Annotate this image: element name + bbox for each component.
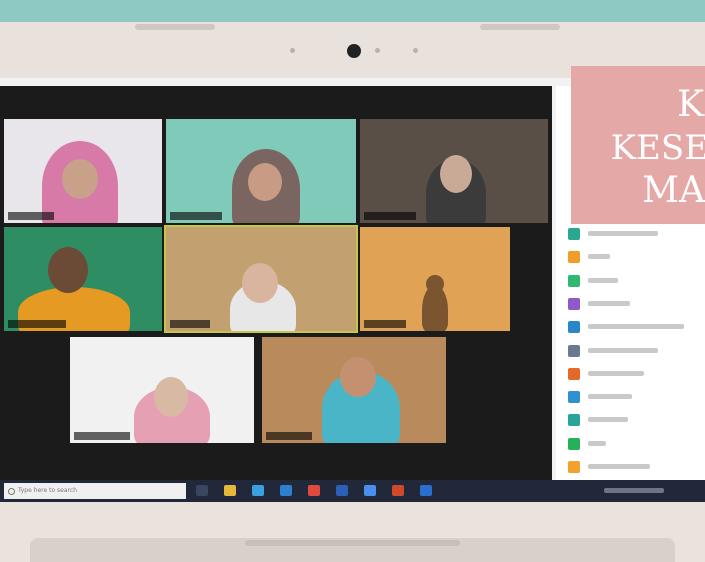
mail-icon[interactable]	[280, 485, 292, 496]
participant-row[interactable]	[568, 367, 698, 382]
video-tile[interactable]	[262, 337, 446, 443]
participant-face	[62, 159, 98, 199]
name-tag	[8, 320, 66, 328]
avatar-icon	[568, 321, 580, 334]
avatar-icon	[568, 228, 580, 240]
word-icon[interactable]	[336, 485, 348, 496]
participant-row[interactable]	[568, 274, 698, 289]
banner-line-3: MA	[642, 170, 705, 211]
video-tile[interactable]	[166, 119, 356, 223]
zoom-icon[interactable]	[364, 485, 376, 496]
participant-row[interactable]	[568, 321, 698, 335]
participant-face	[48, 247, 88, 293]
participant-name	[588, 277, 618, 283]
bezel-ridge-left	[135, 24, 215, 30]
participant-name	[588, 231, 658, 236]
avatar-icon	[568, 437, 580, 450]
taskbar-search-box[interactable]: Type here to search	[4, 483, 186, 499]
avatar-icon	[568, 344, 580, 357]
webcam	[347, 44, 361, 58]
participant-name	[588, 370, 644, 376]
task-view-icon[interactable]	[196, 485, 208, 496]
participant-name	[588, 347, 658, 353]
video-tile[interactable]	[360, 227, 510, 331]
avatar-icon	[568, 391, 580, 404]
participant-name	[588, 300, 630, 306]
title-overlay-banner: K KESE MA	[571, 66, 705, 224]
video-tile[interactable]	[360, 119, 548, 223]
participant-face	[340, 357, 376, 397]
avatar-icon	[568, 274, 580, 287]
video-tile[interactable]	[70, 337, 254, 443]
participant-name	[588, 464, 650, 469]
search-icon	[8, 488, 15, 495]
powerpoint-icon[interactable]	[392, 485, 404, 496]
participant-name	[588, 440, 606, 446]
edge-icon[interactable]	[252, 485, 264, 496]
video-call-gallery	[0, 86, 552, 482]
participant-row[interactable]	[568, 297, 698, 312]
windows-taskbar: Type here to search	[0, 480, 705, 502]
store-icon[interactable]	[420, 485, 432, 496]
file-explorer-icon[interactable]	[224, 485, 236, 496]
participant-face	[426, 275, 444, 293]
participant-name	[588, 417, 628, 423]
sensor-dot	[375, 48, 380, 53]
top-stripe	[0, 0, 705, 22]
participant-name	[588, 394, 632, 400]
participant-row[interactable]	[568, 437, 698, 452]
bezel-ridge-right	[480, 24, 560, 30]
participant-row[interactable]	[568, 414, 698, 428]
participant-row[interactable]	[568, 461, 698, 475]
chrome-icon[interactable]	[308, 485, 320, 496]
name-tag	[170, 212, 222, 220]
avatar-icon	[568, 461, 580, 473]
sensor-dot	[290, 48, 295, 53]
name-tag	[8, 212, 54, 220]
participant-face	[248, 163, 282, 201]
avatar-icon	[568, 297, 580, 310]
banner-line-1: K	[677, 84, 705, 125]
system-tray[interactable]	[604, 488, 664, 493]
laptop-notch	[245, 540, 460, 546]
participant-row[interactable]	[568, 344, 698, 359]
video-tile[interactable]	[4, 227, 162, 331]
participant-row[interactable]	[568, 228, 698, 242]
participant-row[interactable]	[568, 251, 698, 265]
participant-row[interactable]	[568, 391, 698, 405]
avatar-icon	[568, 251, 580, 264]
participant-face	[242, 263, 278, 303]
banner-line-2: KESE	[610, 128, 705, 168]
active-speaker-tile[interactable]	[164, 225, 358, 333]
name-tag	[74, 432, 130, 440]
participant-name	[588, 324, 684, 330]
avatar-icon	[568, 414, 580, 427]
participant-face	[154, 377, 188, 417]
sensor-dot	[413, 48, 418, 53]
participant-face	[440, 155, 472, 193]
avatar-icon	[568, 367, 580, 380]
search-placeholder: Type here to search	[18, 487, 77, 494]
name-tag	[266, 432, 312, 440]
name-tag	[364, 320, 406, 328]
video-tile[interactable]	[4, 119, 162, 223]
name-tag	[364, 212, 416, 220]
name-tag	[170, 320, 210, 328]
participant-name	[588, 254, 610, 260]
